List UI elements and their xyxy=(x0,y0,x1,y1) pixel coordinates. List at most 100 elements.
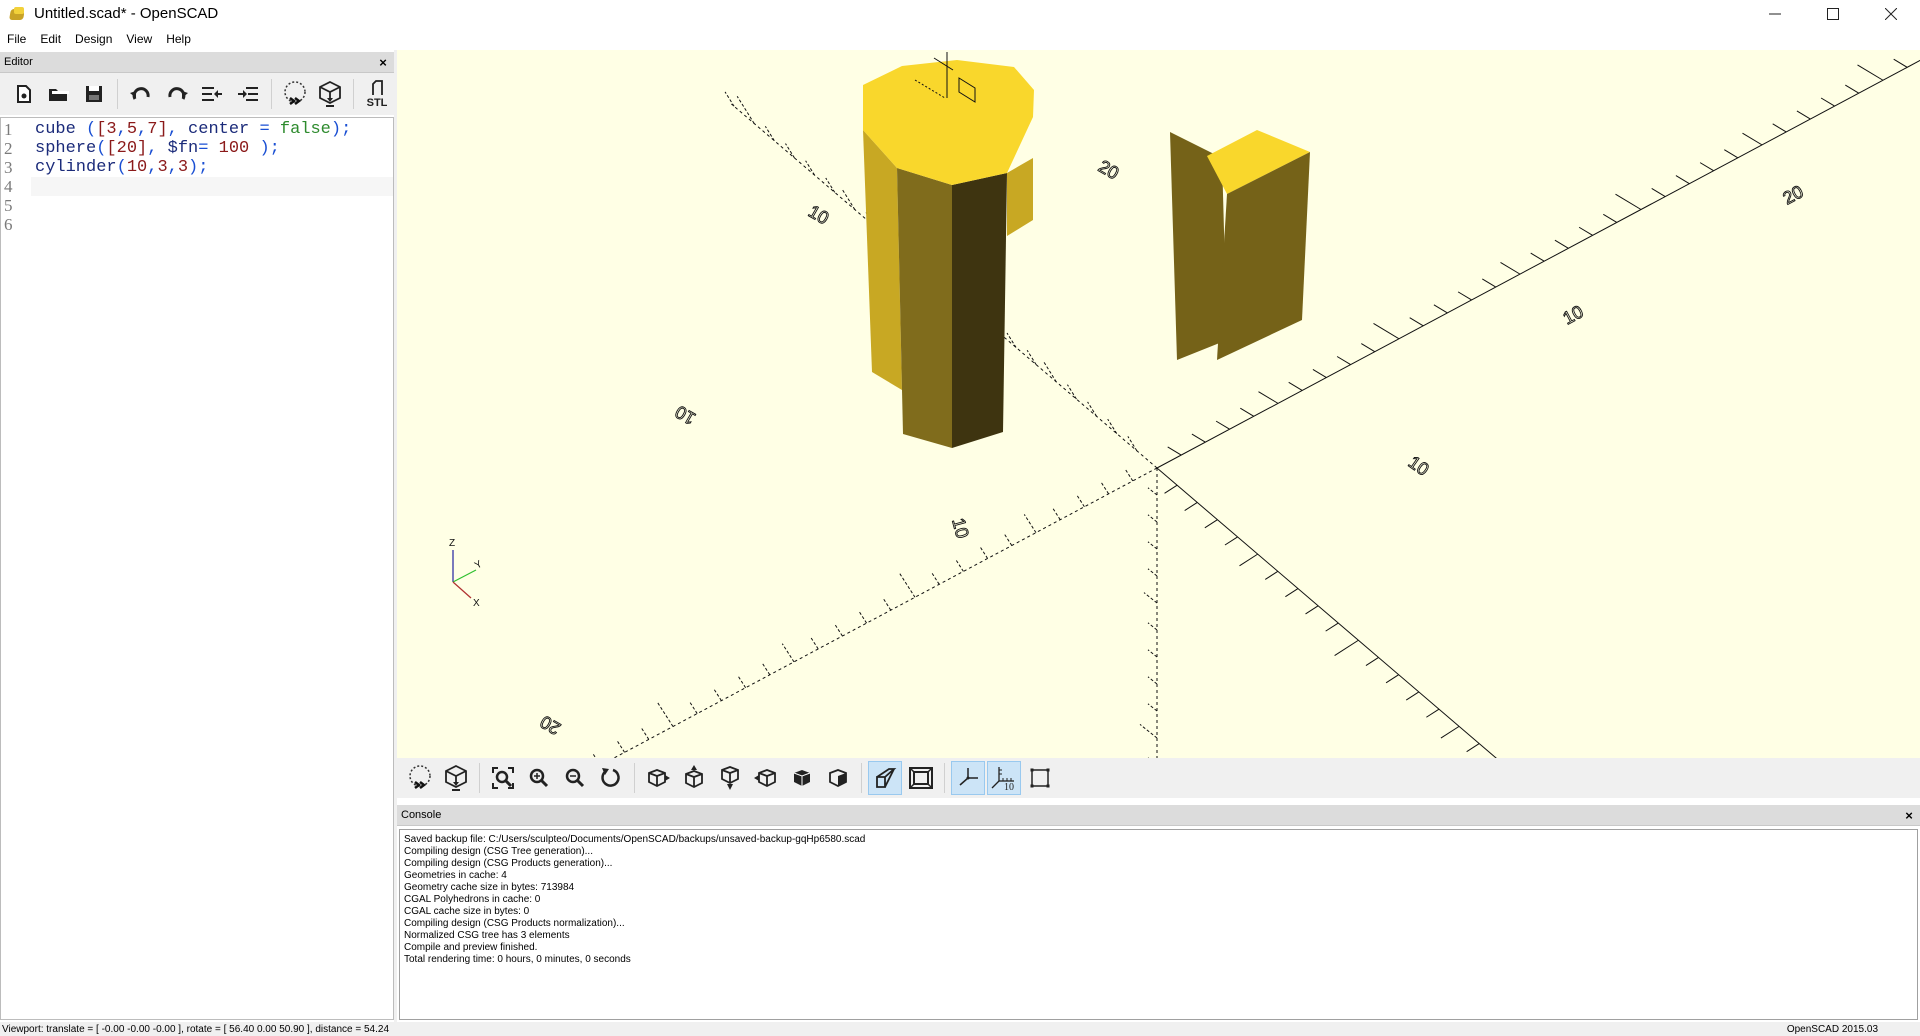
y-axis-tick xyxy=(1530,252,1545,262)
orientation-axes-indicator: Z Y X xyxy=(449,538,485,609)
x-axis-tick xyxy=(1224,536,1238,546)
minimize-button[interactable] xyxy=(1746,0,1804,27)
save-icon xyxy=(86,86,103,102)
code-number: 7 xyxy=(147,120,158,139)
unindent-button[interactable] xyxy=(196,77,230,111)
viewport-canvas[interactable]: 102030101020201010 ZYX xyxy=(397,50,1920,758)
menu-help[interactable]: Help xyxy=(159,32,198,46)
code-line-current[interactable] xyxy=(31,177,393,196)
open-file-button[interactable] xyxy=(42,77,76,111)
line-number: 5 xyxy=(4,196,13,215)
reset-view-button[interactable] xyxy=(594,761,628,795)
y-axis-tick xyxy=(1699,162,1714,172)
3d-viewport[interactable]: 102030101020201010 ZYX xyxy=(397,50,1920,758)
cylinder-face-left xyxy=(863,130,902,390)
x-axis-tick xyxy=(1204,519,1218,529)
indent-button[interactable] xyxy=(231,77,265,111)
gizmo-x-label: X xyxy=(473,598,480,609)
toolbar-separator xyxy=(479,763,480,793)
status-bar: Viewport: translate = [ -0.00 -0.00 -0.0… xyxy=(0,1022,1920,1036)
perspective-button[interactable] xyxy=(868,761,902,795)
code-punctuation: ) xyxy=(188,158,199,177)
code-number: 10 xyxy=(126,158,148,177)
menu-file[interactable]: File xyxy=(0,32,33,46)
view-bottom-button[interactable] xyxy=(713,761,747,795)
y-axis-tick xyxy=(1288,381,1303,391)
x-neg-scale-label: 10 xyxy=(805,201,832,228)
console-close-button[interactable]: × xyxy=(1902,808,1916,823)
minimize-icon xyxy=(1769,13,1781,14)
y-axis-tick xyxy=(1820,97,1835,107)
show-scale-markers-button[interactable]: 10 xyxy=(987,761,1021,795)
view-back-button[interactable] xyxy=(821,761,855,795)
zoom-in-button[interactable] xyxy=(522,761,556,795)
view-all-button[interactable] xyxy=(486,761,520,795)
code-punctuation: ) xyxy=(330,120,342,139)
editor-toolbar: STL xyxy=(0,73,394,115)
editor-close-button[interactable]: × xyxy=(376,55,390,70)
code-line[interactable]: cube ([3,5,7], center = false); xyxy=(31,120,393,139)
scale-marker-label: 10 xyxy=(1004,782,1014,791)
code-editor[interactable]: 1 2 3 4 5 6 cube ([3,5,7], center = fals… xyxy=(0,117,394,1020)
code-punctuation: ( xyxy=(116,158,127,177)
stl-label: STL xyxy=(367,97,388,109)
y-axis-negative-tick xyxy=(1051,506,1061,520)
code-punctuation: ; xyxy=(269,139,280,158)
close-button[interactable] xyxy=(1862,0,1920,27)
orthogonal-button[interactable] xyxy=(904,761,938,795)
new-file-button[interactable] xyxy=(6,77,40,111)
view-top-button[interactable] xyxy=(677,761,711,795)
y-scale-label: 20 xyxy=(1779,181,1806,208)
view-right-button[interactable] xyxy=(641,761,675,795)
y-axis-tick xyxy=(1433,304,1448,314)
show-edges-button[interactable] xyxy=(1023,761,1057,795)
viewport-status: Viewport: translate = [ -0.00 -0.00 -0.0… xyxy=(2,1023,390,1035)
menu-edit[interactable]: Edit xyxy=(33,32,68,46)
z-axis-negative-tick xyxy=(1147,676,1158,685)
y-axis-negative-tick xyxy=(712,687,722,701)
title-bar: Untitled.scad* - OpenSCAD xyxy=(0,0,1920,27)
code-lines[interactable]: cube ([3,5,7], center = false); sphere([… xyxy=(31,118,393,1019)
save-button[interactable] xyxy=(77,77,111,111)
code-line[interactable] xyxy=(31,215,393,234)
show-axes-button[interactable] xyxy=(951,761,985,795)
x-axis-tick xyxy=(1164,484,1178,494)
y-axis-tick xyxy=(1312,368,1327,378)
view-bottom-icon xyxy=(721,766,739,790)
code-line[interactable]: cylinder(10,3,3); xyxy=(31,158,393,177)
undo-button[interactable] xyxy=(124,77,158,111)
redo-button[interactable] xyxy=(160,77,194,111)
render-view-button[interactable] xyxy=(439,761,473,795)
export-stl-button[interactable]: STL xyxy=(360,77,394,111)
perspective-icon xyxy=(876,768,897,788)
view-left-button[interactable] xyxy=(749,761,783,795)
render-button[interactable] xyxy=(314,77,348,111)
code-punctuation: ; xyxy=(198,158,209,177)
code-number: 20 xyxy=(116,139,138,158)
code-punctuation: , xyxy=(137,120,148,139)
y-axis-tick xyxy=(1482,278,1497,288)
gizmo-y-axis xyxy=(452,569,477,583)
y-axis-negative-tick xyxy=(1023,514,1037,533)
view-all-icon xyxy=(492,767,514,789)
code-bracket: [ xyxy=(106,139,117,158)
menu-design[interactable]: Design xyxy=(68,32,119,46)
x-neg-scale-label: 20 xyxy=(1095,156,1122,183)
menu-view[interactable]: View xyxy=(119,32,159,46)
code-line[interactable]: sphere([20], $fn= 100 ); xyxy=(31,139,393,158)
zoom-out-button[interactable] xyxy=(558,761,592,795)
z-axis-negative-tick xyxy=(1147,622,1158,631)
toolbar-separator xyxy=(861,763,862,793)
preview-button[interactable] xyxy=(278,77,312,111)
code-line[interactable] xyxy=(31,196,393,215)
view-front-button[interactable] xyxy=(785,761,819,795)
render-icon xyxy=(319,80,342,107)
console-panel: Console × Saved backup file: C:/Users/sc… xyxy=(397,805,1920,1020)
view-toolbar: 10 xyxy=(397,758,1920,798)
console-output[interactable]: Saved backup file: C:/Users/sculpteo/Doc… xyxy=(399,829,1918,1020)
z-axis-negative-tick xyxy=(1147,703,1158,712)
maximize-button[interactable] xyxy=(1804,0,1862,27)
preview-view-button[interactable] xyxy=(403,761,437,795)
